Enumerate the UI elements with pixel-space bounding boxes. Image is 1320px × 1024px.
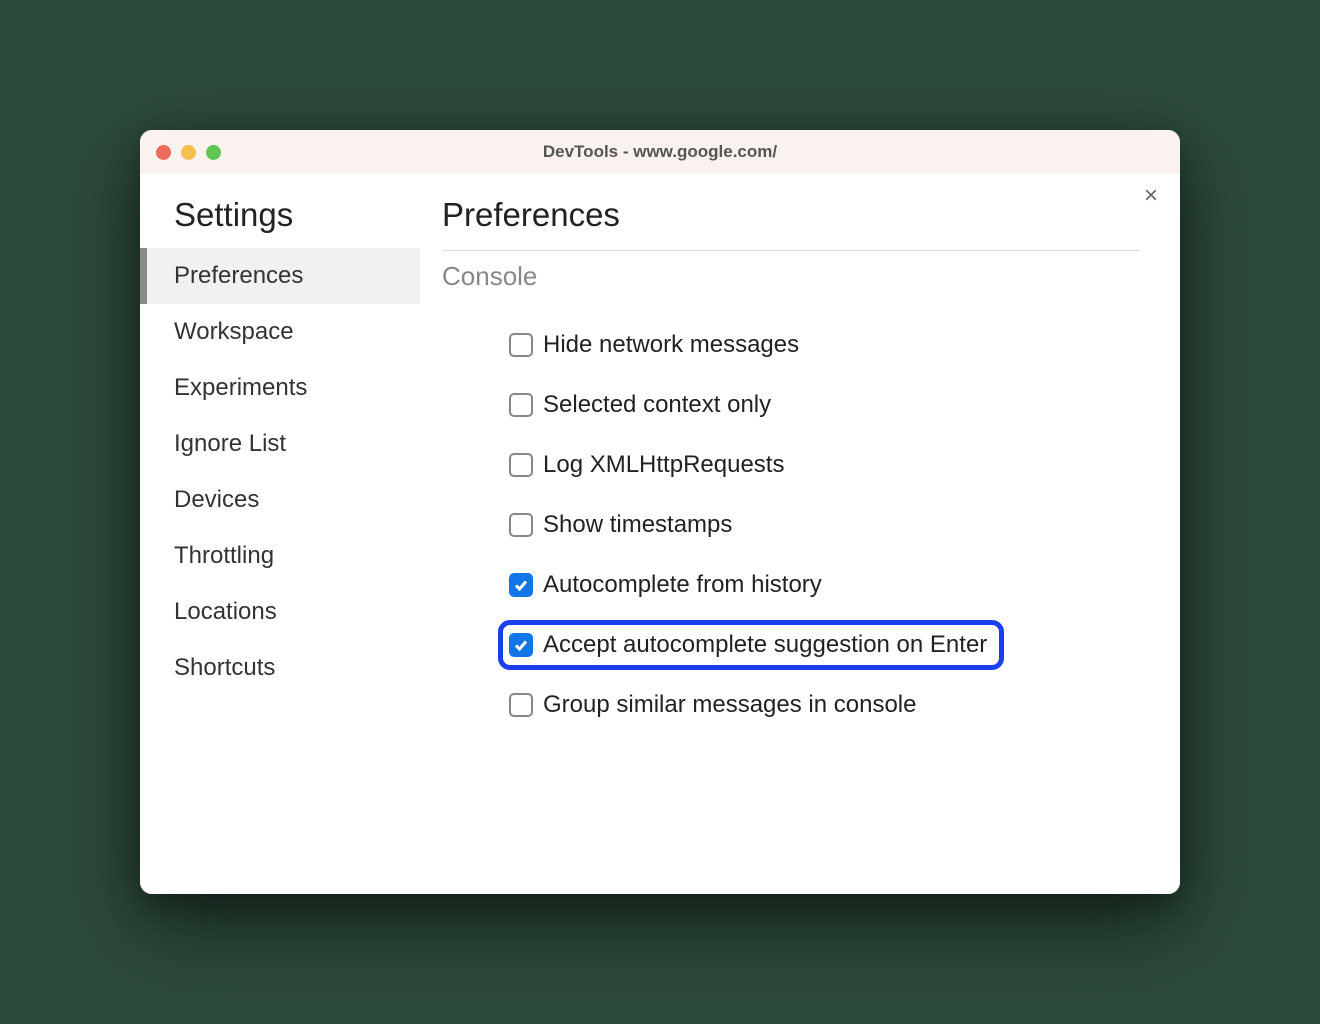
- settings-sidebar: Settings PreferencesWorkspaceExperiments…: [140, 174, 420, 894]
- options-list: Hide network messages Selected context on…: [442, 320, 1140, 730]
- option-label: Selected context only: [543, 391, 771, 419]
- sidebar-item-workspace[interactable]: Workspace: [140, 304, 420, 360]
- option-log-xmlhttprequests[interactable]: Log XMLHttpRequests: [498, 440, 801, 490]
- option-label: Autocomplete from history: [543, 571, 822, 599]
- zoom-window-button[interactable]: [206, 145, 221, 160]
- option-hide-network-messages[interactable]: Hide network messages: [498, 320, 816, 370]
- option-label: Log XMLHttpRequests: [543, 451, 784, 479]
- window-title: DevTools - www.google.com/: [543, 142, 777, 162]
- minimize-window-button[interactable]: [181, 145, 196, 160]
- checkbox[interactable]: [509, 633, 533, 657]
- checkbox[interactable]: [509, 393, 533, 417]
- checkbox[interactable]: [509, 453, 533, 477]
- option-accept-autocomplete-suggestion-on-enter[interactable]: Accept autocomplete suggestion on Enter: [498, 620, 1004, 670]
- settings-main: Preferences Console Hide network message…: [420, 174, 1180, 894]
- option-selected-context-only[interactable]: Selected context only: [498, 380, 788, 430]
- settings-content: × Settings PreferencesWorkspaceExperimen…: [140, 174, 1180, 894]
- option-autocomplete-from-history[interactable]: Autocomplete from history: [498, 560, 839, 610]
- main-title: Preferences: [442, 196, 1140, 251]
- sidebar-item-ignore-list[interactable]: Ignore List: [140, 416, 420, 472]
- devtools-window: DevTools - www.google.com/ × Settings Pr…: [140, 130, 1180, 894]
- section-title: Console: [442, 261, 1140, 292]
- sidebar-item-experiments[interactable]: Experiments: [140, 360, 420, 416]
- sidebar-item-devices[interactable]: Devices: [140, 472, 420, 528]
- option-label: Group similar messages in console: [543, 691, 917, 719]
- close-settings-button[interactable]: ×: [1144, 184, 1158, 208]
- sidebar-title: Settings: [140, 196, 420, 248]
- checkbox[interactable]: [509, 513, 533, 537]
- sidebar-item-preferences[interactable]: Preferences: [140, 248, 420, 304]
- checkbox[interactable]: [509, 573, 533, 597]
- sidebar-item-locations[interactable]: Locations: [140, 584, 420, 640]
- option-label: Show timestamps: [543, 511, 732, 539]
- close-window-button[interactable]: [156, 145, 171, 160]
- sidebar-item-shortcuts[interactable]: Shortcuts: [140, 640, 420, 696]
- sidebar-item-throttling[interactable]: Throttling: [140, 528, 420, 584]
- option-label: Accept autocomplete suggestion on Enter: [543, 631, 987, 659]
- checkbox[interactable]: [509, 693, 533, 717]
- window-traffic-lights: [156, 145, 221, 160]
- option-label: Hide network messages: [543, 331, 799, 359]
- option-show-timestamps[interactable]: Show timestamps: [498, 500, 749, 550]
- window-titlebar: DevTools - www.google.com/: [140, 130, 1180, 174]
- option-group-similar-messages-in-console[interactable]: Group similar messages in console: [498, 680, 934, 730]
- checkbox[interactable]: [509, 333, 533, 357]
